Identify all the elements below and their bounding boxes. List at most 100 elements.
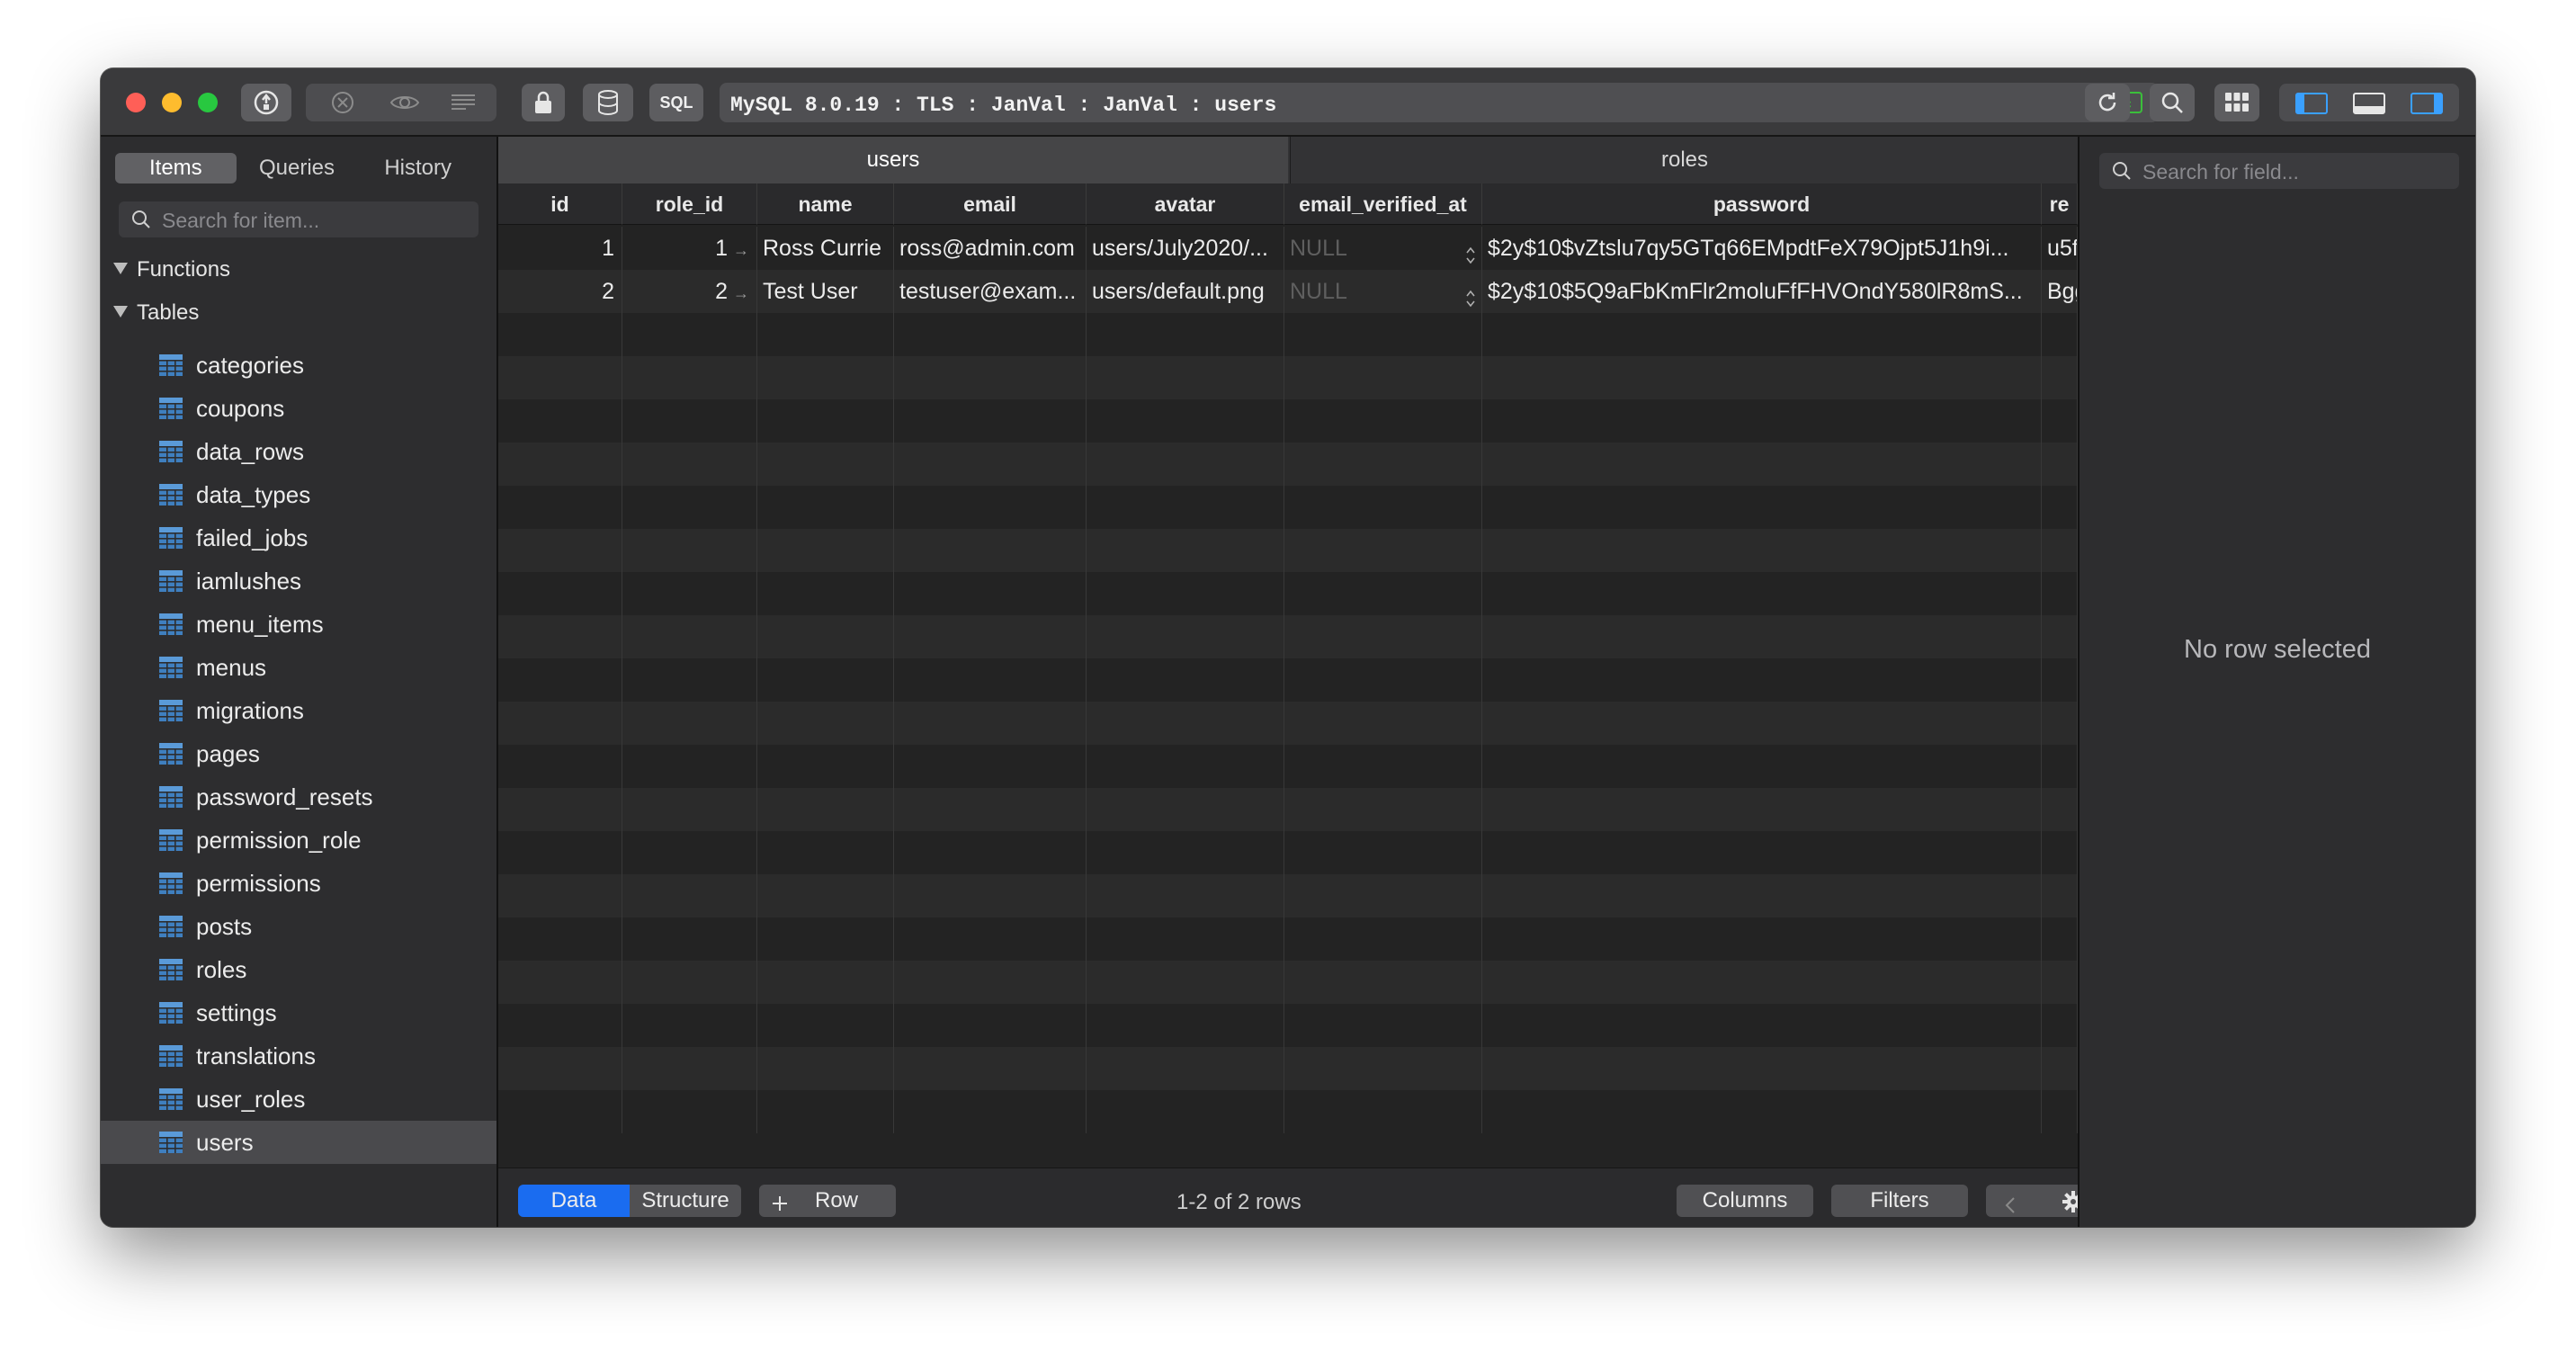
cell-email: [894, 961, 1087, 1004]
sidebar-item-failed-jobs[interactable]: failed_jobs: [101, 516, 496, 559]
column-header-role-id[interactable]: role_id: [622, 183, 757, 225]
cell-password[interactable]: $2y$10$5Q9aFbKmFlr2moluFfFHVOndY580lR8mS…: [1482, 270, 2042, 313]
search-icon[interactable]: [2150, 84, 2195, 121]
left-panel-icon[interactable]: [2295, 93, 2328, 114]
cell-role-id[interactable]: 1 →: [622, 227, 757, 270]
table-icon: [158, 915, 183, 938]
stop-icon[interactable]: [329, 89, 356, 116]
field-search-input[interactable]: Search for field...: [2099, 153, 2459, 189]
cell-avatar[interactable]: users/July2020/...: [1087, 227, 1284, 270]
cell-name[interactable]: Ross Currie: [757, 227, 894, 270]
sidebar-item-users[interactable]: users: [101, 1121, 496, 1164]
sidebar-item-label: migrations: [196, 697, 304, 724]
preview-icon[interactable]: [389, 89, 421, 116]
cell-password: [1482, 658, 2042, 702]
sidebar-item-roles[interactable]: roles: [101, 948, 496, 991]
column-header-email[interactable]: email: [894, 183, 1087, 225]
connection-icon[interactable]: [241, 84, 291, 121]
sidebar-item-settings[interactable]: settings: [101, 991, 496, 1034]
tab-items[interactable]: Items: [115, 153, 237, 183]
cell-email-verified-at[interactable]: NULL: [1284, 270, 1482, 313]
cell-id: [498, 874, 622, 917]
cell-id: [498, 831, 622, 874]
sidebar-item-label: iamlushes: [196, 568, 302, 595]
sidebar-item-menu-items[interactable]: menu_items: [101, 603, 496, 646]
tab-history[interactable]: History: [357, 153, 479, 183]
column-header-avatar[interactable]: avatar: [1087, 183, 1284, 225]
format-icon[interactable]: [448, 89, 479, 116]
toolbar: SQL MySQL 8.0.19 : TLS : JanVal : JanVal…: [101, 68, 2475, 137]
sidebar-item-coupons[interactable]: coupons: [101, 387, 496, 430]
sidebar-item-pages[interactable]: pages: [101, 732, 496, 775]
cell-re[interactable]: u5f: [2042, 227, 2078, 270]
cell-password: [1482, 788, 2042, 831]
sidebar-item-data-types[interactable]: data_types: [101, 473, 496, 516]
cell-email-verified-at: [1284, 788, 1482, 831]
cell-avatar[interactable]: users/default.png: [1087, 270, 1284, 313]
cell-email-verified-at[interactable]: NULL: [1284, 227, 1482, 270]
database-icon[interactable]: [583, 84, 633, 121]
sidebar-item-password-resets[interactable]: password_resets: [101, 775, 496, 819]
table-icon: [158, 958, 183, 981]
stepper-icon[interactable]: [1465, 237, 1476, 270]
cell-re: [2042, 658, 2078, 702]
foreign-key-arrow-icon[interactable]: →: [733, 241, 749, 259]
column-header-password[interactable]: password: [1482, 183, 2042, 225]
sidebar-item-label: translations: [196, 1042, 316, 1069]
cell-email[interactable]: testuser@exam...: [894, 270, 1087, 313]
cell-re[interactable]: Bgg: [2042, 270, 2078, 313]
column-header-re[interactable]: re: [2042, 183, 2078, 225]
grid-view-icon[interactable]: [2214, 84, 2259, 121]
stepper-icon[interactable]: [1465, 281, 1476, 313]
sidebar-item-menus[interactable]: menus: [101, 646, 496, 689]
tab-queries[interactable]: Queries: [237, 153, 358, 183]
column-header-email-verified-at[interactable]: email_verified_at: [1284, 183, 1482, 225]
sidebar-item-translations[interactable]: translations: [101, 1034, 496, 1078]
refresh-icon[interactable]: [2085, 84, 2130, 121]
lock-icon[interactable]: [522, 84, 565, 121]
cell-id[interactable]: 1: [498, 227, 622, 270]
tab-users[interactable]: users: [498, 137, 1288, 183]
columns-button[interactable]: Columns: [1677, 1185, 1813, 1217]
cell-email: [894, 399, 1087, 443]
functions-group[interactable]: Functions: [113, 257, 230, 282]
add-row-button[interactable]: Row: [759, 1185, 896, 1217]
sidebar-item-categories[interactable]: categories: [101, 344, 496, 387]
data-grid[interactable]: id role_id name email avatar email_verified_a…: [498, 183, 2078, 1137]
cell-id: [498, 1047, 622, 1090]
tab-roles[interactable]: roles: [1290, 137, 2078, 183]
right-panel-icon[interactable]: [2411, 93, 2443, 114]
cell-name: [757, 874, 894, 917]
sidebar-item-permission-role[interactable]: permission_role: [101, 819, 496, 862]
zoom-window-button[interactable]: [198, 93, 218, 112]
empty-row: [498, 788, 2078, 831]
cell-name[interactable]: Test User: [757, 270, 894, 313]
previous-page-button[interactable]: [2004, 1192, 2017, 1224]
cell-name: [757, 961, 894, 1004]
minimize-window-button[interactable]: [162, 93, 182, 112]
close-window-button[interactable]: [126, 93, 146, 112]
foreign-key-arrow-icon[interactable]: →: [733, 284, 749, 302]
bottom-panel-icon[interactable]: [2353, 93, 2385, 114]
table-row[interactable]: 1 1 → Ross Currie ross@admin.com users/July20…: [498, 227, 2078, 270]
cell-role-id[interactable]: 2 →: [622, 270, 757, 313]
cell-password[interactable]: $2y$10$vZtslu7qy5GTq66EMpdtFeX79Ojpt5J1h…: [1482, 227, 2042, 270]
tables-group[interactable]: Tables: [113, 300, 199, 326]
structure-view-button[interactable]: Structure: [630, 1185, 741, 1217]
filters-button[interactable]: Filters: [1831, 1185, 1968, 1217]
table-row[interactable]: 2 2 → Test User testuser@exam... users/defaul…: [498, 270, 2078, 313]
cell-avatar: [1087, 486, 1284, 529]
sidebar-item-migrations[interactable]: migrations: [101, 689, 496, 732]
sidebar-item-user-roles[interactable]: user_roles: [101, 1078, 496, 1121]
cell-email[interactable]: ross@admin.com: [894, 227, 1087, 270]
column-header-id[interactable]: id: [498, 183, 622, 225]
sidebar-search-input[interactable]: Search for item...: [119, 201, 479, 237]
column-header-name[interactable]: name: [757, 183, 894, 225]
sidebar-item-posts[interactable]: posts: [101, 905, 496, 948]
cell-id[interactable]: 2: [498, 270, 622, 313]
sidebar-item-data-rows[interactable]: data_rows: [101, 430, 496, 473]
sidebar-item-iamlushes[interactable]: iamlushes: [101, 559, 496, 603]
sidebar-item-permissions[interactable]: permissions: [101, 862, 496, 905]
sql-button[interactable]: SQL: [649, 84, 703, 121]
data-view-button[interactable]: Data: [518, 1185, 630, 1217]
